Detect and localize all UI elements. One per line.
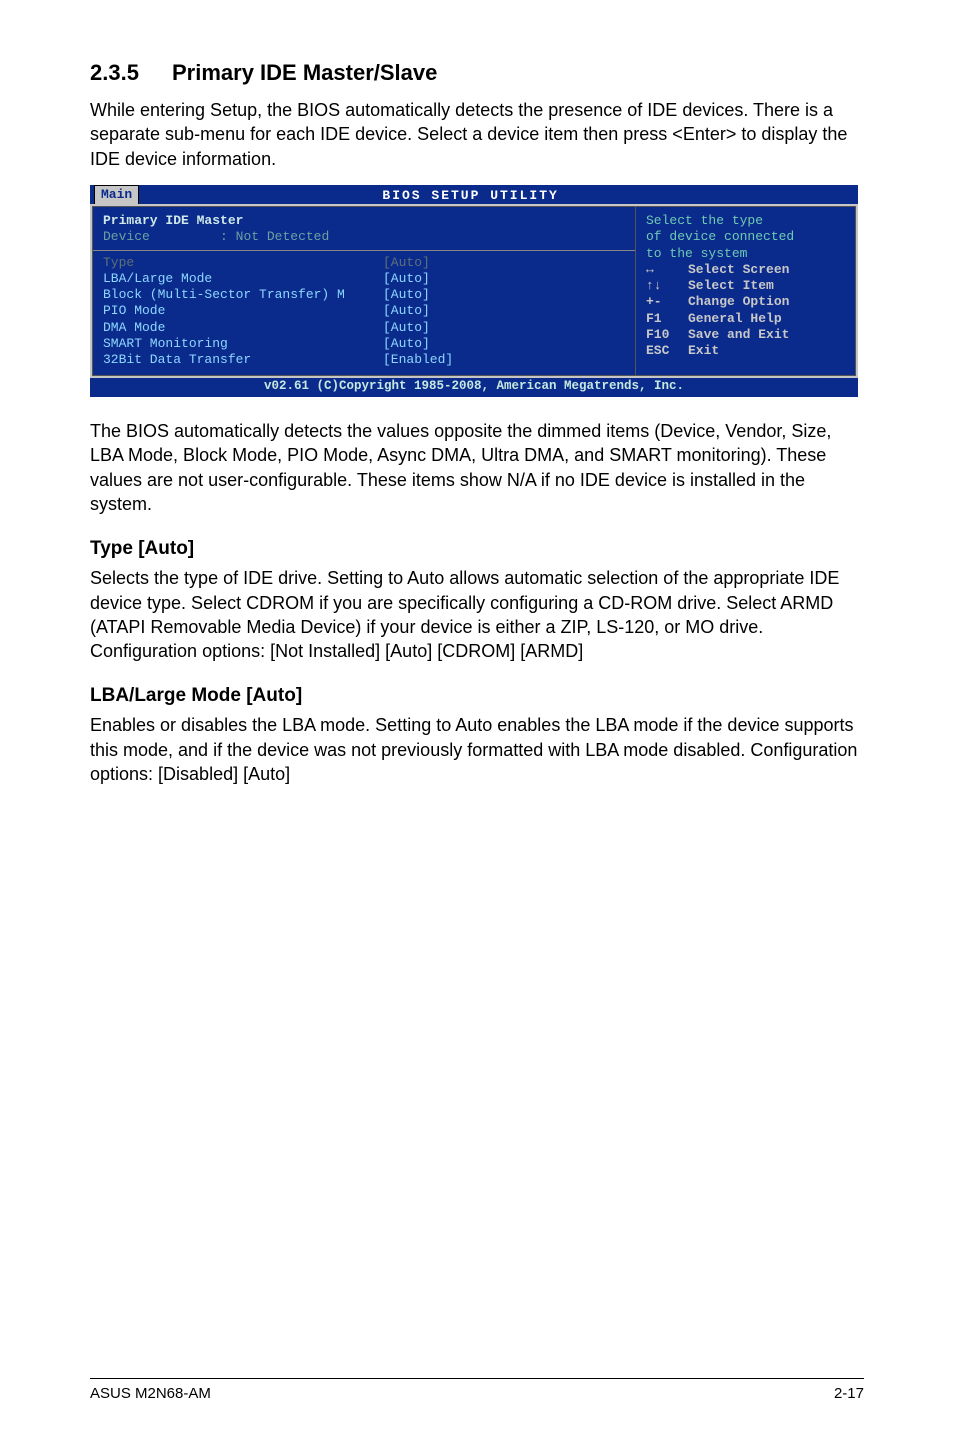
key-glyph: ↔ xyxy=(646,262,688,278)
key-desc: Change Option xyxy=(688,294,789,310)
bios-titlebar: Main BIOS SETUP UTILITY xyxy=(90,185,858,204)
help-line: of device connected xyxy=(646,229,845,245)
key-desc: General Help xyxy=(688,311,782,327)
option-row[interactable]: SMART Monitoring [Auto] xyxy=(103,336,625,352)
bios-screenshot: Main BIOS SETUP UTILITY Primary IDE Mast… xyxy=(90,185,858,397)
option-row[interactable]: 32Bit Data Transfer [Enabled] xyxy=(103,352,625,368)
bios-right-pane: Select the type of device connected to t… xyxy=(636,206,856,376)
option-value: [Auto] xyxy=(383,320,430,336)
option-row[interactable]: Type [Auto] xyxy=(103,255,625,271)
lba-body: Enables or disables the LBA mode. Settin… xyxy=(90,713,864,786)
bios-help-text: Select the type of device connected to t… xyxy=(646,213,845,262)
option-label: DMA Mode xyxy=(103,320,383,336)
footer-left: ASUS M2N68-AM xyxy=(90,1385,211,1402)
option-value: [Auto] xyxy=(383,255,430,271)
device-sep: : xyxy=(220,229,228,244)
tab-main[interactable]: Main xyxy=(94,185,139,204)
option-value: [Auto] xyxy=(383,271,430,287)
bios-utility-title: BIOS SETUP UTILITY xyxy=(143,186,798,204)
footer-right: 2-17 xyxy=(834,1385,864,1402)
option-value: [Auto] xyxy=(383,303,430,319)
option-label: 32Bit Data Transfer xyxy=(103,352,383,368)
key-glyph: ↑↓ xyxy=(646,278,688,294)
pane-divider xyxy=(93,250,635,251)
bios-options-list: Type [Auto] LBA/Large Mode [Auto] Block … xyxy=(103,255,625,369)
key-desc: Select Item xyxy=(688,278,774,294)
paragraph-after-bios: The BIOS automatically detects the value… xyxy=(90,419,864,516)
option-label: PIO Mode xyxy=(103,303,383,319)
device-label: Device xyxy=(103,229,150,244)
lba-heading: LBA/Large Mode [Auto] xyxy=(90,685,864,707)
section-title: Primary IDE Master/Slave xyxy=(172,60,437,85)
help-line: Select the type xyxy=(646,213,845,229)
option-row[interactable]: LBA/Large Mode [Auto] xyxy=(103,271,625,287)
bios-left-pane: Primary IDE Master Device : Not Detected… xyxy=(92,206,636,376)
bios-footer: v02.61 (C)Copyright 1985-2008, American … xyxy=(90,378,858,397)
option-row[interactable]: Block (Multi-Sector Transfer) M [Auto] xyxy=(103,287,625,303)
help-line: to the system xyxy=(646,246,845,262)
bios-key-legend: ↔Select Screen ↑↓Select Item +-Change Op… xyxy=(646,262,845,370)
key-desc: Exit xyxy=(688,343,719,359)
key-desc: Save and Exit xyxy=(688,327,789,343)
device-value: Not Detected xyxy=(236,229,330,244)
type-heading: Type [Auto] xyxy=(90,538,864,560)
option-row[interactable]: DMA Mode [Auto] xyxy=(103,320,625,336)
option-value: [Auto] xyxy=(383,336,430,352)
section-heading: 2.3.5Primary IDE Master/Slave xyxy=(90,60,864,86)
option-label: LBA/Large Mode xyxy=(103,271,383,287)
page-footer: ASUS M2N68-AM 2-17 xyxy=(90,1378,864,1402)
key-glyph: ESC xyxy=(646,343,688,359)
bios-heading: Primary IDE Master xyxy=(103,213,383,229)
option-row[interactable]: PIO Mode [Auto] xyxy=(103,303,625,319)
option-value: [Enabled] xyxy=(383,352,453,368)
intro-paragraph: While entering Setup, the BIOS automatic… xyxy=(90,98,864,171)
key-glyph: F1 xyxy=(646,311,688,327)
option-label: Block (Multi-Sector Transfer) M xyxy=(103,287,383,303)
key-glyph: +- xyxy=(646,294,688,310)
device-row: Device : Not Detected xyxy=(103,229,625,245)
key-glyph: F10 xyxy=(646,327,688,343)
section-number: 2.3.5 xyxy=(90,60,172,86)
option-value: [Auto] xyxy=(383,287,430,303)
type-body: Selects the type of IDE drive. Setting t… xyxy=(90,566,864,663)
option-label: SMART Monitoring xyxy=(103,336,383,352)
key-desc: Select Screen xyxy=(688,262,789,278)
option-label: Type xyxy=(103,255,383,271)
